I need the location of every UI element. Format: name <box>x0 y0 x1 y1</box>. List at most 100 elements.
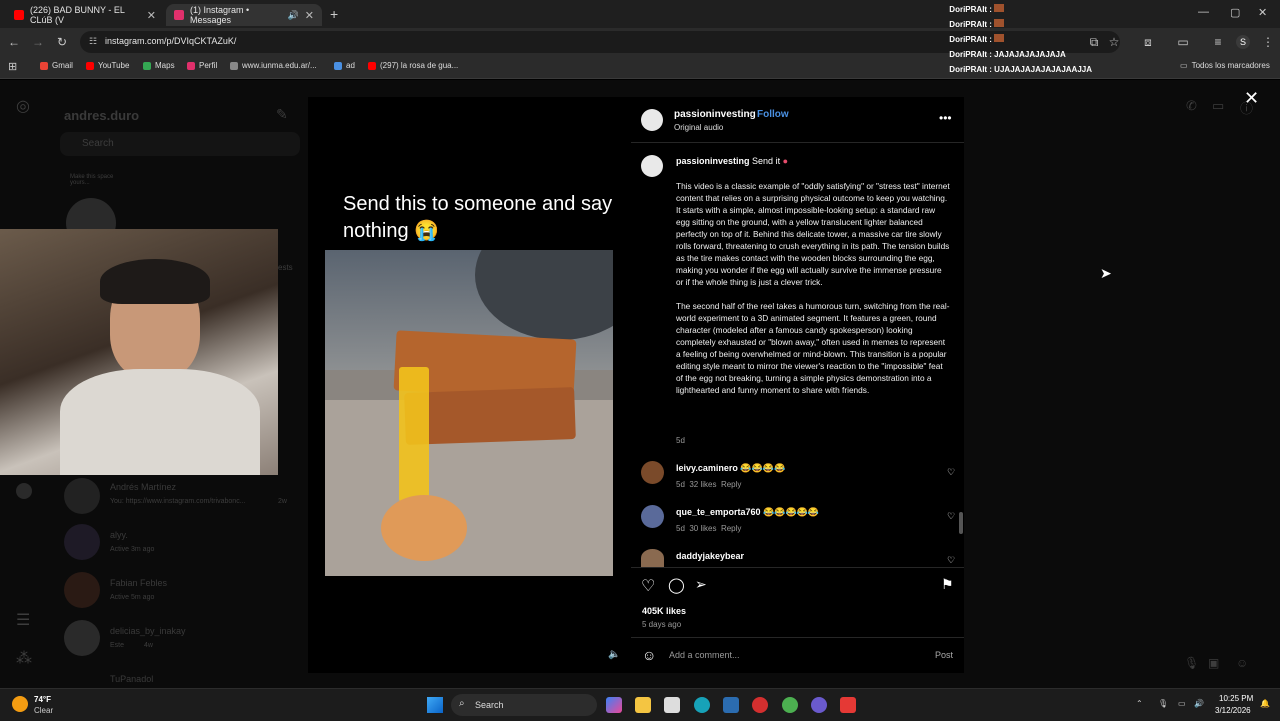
comment-like-icon[interactable]: ♡ <box>947 511 955 522</box>
chrome-icon[interactable] <box>782 697 798 713</box>
outlook-icon[interactable] <box>723 697 739 713</box>
emoji-picker-icon[interactable]: ☺ <box>642 647 656 663</box>
add-comment-input[interactable]: Add a comment... <box>669 650 740 660</box>
maximize-icon[interactable]: ▢ <box>1230 6 1240 19</box>
bookmark-gmail[interactable]: Gmail <box>40 61 73 70</box>
store-icon[interactable] <box>664 697 680 713</box>
comment-like-icon[interactable]: ♡ <box>947 467 955 478</box>
video-call-icon[interactable]: ▭ <box>1212 98 1224 114</box>
close-window-icon[interactable]: ✕ <box>1258 6 1267 19</box>
more-options-icon[interactable]: ••• <box>939 111 952 125</box>
volume-icon[interactable]: 🔊 <box>1194 699 1204 708</box>
audio-link[interactable]: Original audio <box>674 123 723 132</box>
new-tab-icon[interactable]: + <box>330 6 338 22</box>
bookmark-iunma[interactable]: www.iunma.edu.ar/... <box>230 61 317 70</box>
conversation-name[interactable]: alyy. <box>110 530 128 540</box>
emoji-icon: ● <box>782 156 789 166</box>
comment-icon[interactable]: ◯ <box>668 576 685 594</box>
tray-mic-icon[interactable]: 🎙 <box>1158 699 1168 708</box>
reply-button[interactable]: Reply <box>721 480 741 489</box>
notification-icon[interactable]: 🔔 <box>1260 699 1270 708</box>
windows-start-icon[interactable] <box>427 697 443 713</box>
like-icon[interactable]: ♡ <box>641 576 655 596</box>
comment-user[interactable]: que_te_emporta760 <box>676 507 761 517</box>
conversation-name[interactable]: TuPanadol <box>110 674 153 684</box>
bookmark-ad[interactable]: ad <box>334 61 355 70</box>
apps-grid-icon[interactable]: ⊞ <box>8 60 17 73</box>
bookmark-rosa[interactable]: (297) la rosa de gua... <box>368 61 458 70</box>
author-avatar[interactable] <box>641 109 663 131</box>
bookmark-star-icon[interactable]: ☆ <box>1106 34 1122 50</box>
comment-avatar[interactable] <box>641 461 664 484</box>
share-icon[interactable]: ➢ <box>695 576 707 593</box>
close-tab-icon[interactable]: ✕ <box>147 9 156 22</box>
bookmark-perfil[interactable]: Perfil <box>187 61 217 70</box>
tray-expand-icon[interactable]: ⌃ <box>1136 699 1143 708</box>
app-icon[interactable] <box>811 697 827 713</box>
mute-icon[interactable]: 🔈 <box>608 649 620 660</box>
tab-instagram[interactable]: (1) Instagram • Messages 🔊 ✕ <box>166 4 322 26</box>
comment-user[interactable]: daddyjakeybear <box>676 551 744 561</box>
post-comment-button[interactable]: Post <box>935 650 953 660</box>
close-modal-icon[interactable]: ✕ <box>1244 88 1259 109</box>
caption-header: passioninvesting Send it ● <box>676 156 788 166</box>
conversation-name[interactable]: Fabian Febles <box>110 578 167 588</box>
profile-avatar[interactable]: S <box>1236 35 1250 49</box>
sticker-icon[interactable]: ☺ <box>1236 656 1248 670</box>
opera-icon[interactable] <box>752 697 768 713</box>
file-explorer-icon[interactable] <box>635 697 651 713</box>
conversation-name[interactable]: delicias_by_inakay <box>110 626 186 636</box>
minimize-icon[interactable]: — <box>1198 6 1209 18</box>
more-menu-icon[interactable]: ☰ <box>16 610 30 630</box>
weather-temp[interactable]: 74°F <box>34 695 51 704</box>
search-input[interactable]: Search <box>60 132 300 156</box>
bookmark-youtube[interactable]: YouTube <box>86 61 129 70</box>
microphone-icon[interactable]: 🎙 <box>1184 656 1199 670</box>
close-tab-icon[interactable]: ✕ <box>305 9 314 22</box>
caption-author[interactable]: passioninvesting <box>676 156 750 166</box>
media-icon[interactable]: ≡ <box>1210 34 1226 50</box>
menu-dots-icon[interactable]: ⋮ <box>1260 34 1276 50</box>
network-icon[interactable]: ▭ <box>1178 699 1186 708</box>
likes-count[interactable]: 405K likes <box>642 606 686 616</box>
bookmark-maps[interactable]: Maps <box>143 61 175 70</box>
extensions-icon[interactable]: ⧈ <box>1140 34 1156 50</box>
video-frame[interactable] <box>325 250 613 576</box>
image-icon[interactable]: ▣ <box>1208 656 1219 670</box>
reply-button[interactable]: Reply <box>721 524 741 533</box>
follow-button[interactable]: Follow <box>757 109 789 120</box>
save-icon[interactable]: ⚑ <box>941 576 954 593</box>
phone-icon[interactable]: ✆ <box>1186 98 1197 114</box>
meta-icon[interactable]: ⁂ <box>16 648 32 668</box>
edge-icon[interactable] <box>694 697 710 713</box>
clock-date[interactable]: 3/12/2026 <box>1215 706 1251 715</box>
profile-icon[interactable] <box>16 483 32 499</box>
tab-youtube[interactable]: (226) BAD BUNNY - EL CLúB (V ✕ <box>6 4 164 26</box>
compose-icon[interactable]: ✎ <box>276 106 288 123</box>
comment-avatar[interactable] <box>641 549 664 567</box>
tiktok-icon[interactable] <box>840 697 856 713</box>
comment-user[interactable]: leivy.caminero <box>676 463 738 473</box>
conversation-name[interactable]: Andrés Martínez <box>110 482 176 492</box>
forward-icon[interactable]: → <box>30 34 46 50</box>
split-view-icon[interactable]: ▭ <box>1175 34 1191 50</box>
comments-scrollbar[interactable] <box>959 512 963 534</box>
author-avatar[interactable] <box>641 155 663 177</box>
back-icon[interactable]: ← <box>6 34 22 50</box>
taskbar-search[interactable]: ⌕ Search <box>451 694 597 716</box>
instagram-logo-icon[interactable]: ◎ <box>16 96 30 116</box>
account-username[interactable]: andres.duro <box>64 108 139 123</box>
comment-like-icon[interactable]: ♡ <box>947 555 955 566</box>
author-username[interactable]: passioninvesting <box>674 109 756 120</box>
reel-video-panel[interactable]: Send this to someone and say nothing 😭 🔈 <box>308 97 631 673</box>
site-info-icon[interactable]: ☷ <box>89 36 97 47</box>
all-bookmarks[interactable]: ▭ Todos los marcadores <box>1180 61 1270 70</box>
copilot-icon[interactable] <box>606 697 622 713</box>
note-bubble[interactable]: Make this space yours... <box>70 174 120 186</box>
requests-link[interactable]: ests <box>278 263 293 272</box>
clock-time[interactable]: 10:25 PM <box>1219 694 1253 703</box>
weather-icon[interactable] <box>12 696 28 712</box>
speaker-icon[interactable]: 🔊 <box>288 10 299 21</box>
reload-icon[interactable]: ↻ <box>54 34 70 50</box>
comment-avatar[interactable] <box>641 505 664 528</box>
